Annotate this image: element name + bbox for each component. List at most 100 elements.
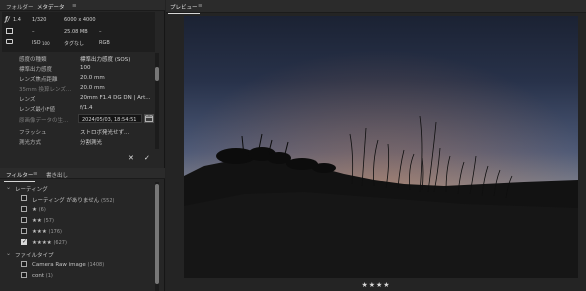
menu-icon[interactable]: ≡ (33, 171, 38, 177)
filter-group-label: ファイルタイプ (15, 252, 54, 259)
metadata-value: 標準出力感度 (SOS) (80, 57, 131, 63)
metadata-label: 感度の種類 (19, 57, 47, 63)
chevron-down-icon[interactable]: ⌄ (6, 184, 11, 191)
metadata-value: 20.0 mm (80, 85, 105, 91)
filter-count: (1) (45, 272, 53, 279)
filter-group-rating[interactable]: ⌄ レーティング (0, 182, 160, 193)
date-field-value: 2024/05/03, 18:54:51 (82, 116, 137, 123)
metadata-scrollbar[interactable] (155, 53, 159, 149)
filter-label: レーティング がありません (32, 197, 100, 204)
filter-item-text: レーティング がありません (552) (32, 196, 114, 204)
menu-icon[interactable]: ≡ (198, 3, 203, 9)
metadata-row: 35mm 換算レンズ... 20.0 mm (2, 83, 155, 93)
filter-count: (57) (43, 217, 54, 224)
metadata-label: フラッシュ (19, 130, 47, 136)
shutter-value: 1/320 (32, 17, 47, 23)
filter-count: (1408) (87, 261, 105, 268)
filter-item[interactable]: ★ (6) (0, 204, 160, 215)
iso-value: 100 (42, 41, 50, 46)
white-balance-icon (6, 28, 13, 34)
dimensions-value: 6000 x 4000 (64, 17, 96, 23)
filter-item[interactable]: ★★★ (176) (0, 226, 160, 237)
checkbox[interactable] (21, 195, 27, 201)
tab-folder[interactable]: フォルダー (6, 3, 34, 11)
metadata-value: 100 (80, 65, 91, 71)
chevron-down-icon[interactable]: ⌄ (6, 250, 11, 257)
filter-item-text: ★★★ (176) (32, 229, 62, 235)
aperture-value: 1.4 (13, 17, 21, 23)
exif-summary: ƒ/ 1.4 1/320 6000 x 4000 – 25.08 MB – IS… (2, 12, 155, 52)
checkbox[interactable] (21, 206, 27, 212)
filter-item[interactable]: レーティング がありません (552) (0, 193, 160, 204)
metadata-label: 標準出力感度 (19, 67, 53, 73)
preview-panel: プレビュー ≡ ★★★★ (166, 0, 586, 291)
aperture-icon: ƒ/ (5, 16, 10, 23)
filter-count: (552) (101, 197, 115, 204)
confirm-button[interactable]: ✓ (144, 154, 150, 162)
filter-item[interactable]: ★★★★ (627) (0, 237, 160, 248)
metadata-list: 感度の種類 標準出力感度 (SOS) 標準出力感度 100 レンズ焦点距離 20… (2, 53, 155, 149)
checkbox-checked[interactable] (21, 238, 27, 245)
metadata-row: 標準出力感度 100 (2, 63, 155, 73)
tab-filter[interactable]: フィルター (3, 171, 36, 182)
filter-item-text: ★★ (57) (32, 218, 54, 224)
color-mode-value: RGB (99, 40, 110, 46)
filter-label: ★★★ (32, 228, 47, 235)
filter-label: cont (32, 272, 45, 279)
filter-scroll-thumb[interactable] (155, 184, 159, 284)
menu-icon[interactable]: ≡ (72, 3, 77, 9)
metadata-row: レンズ焦点距離 20.0 mm (2, 73, 155, 83)
filter-count: (176) (48, 228, 62, 235)
cancel-button[interactable]: ✕ (128, 154, 134, 162)
filter-scrollbar[interactable] (155, 182, 159, 291)
left-bottom-tabbar: フィルター ≡ 書き出し (0, 168, 165, 182)
tab-preview[interactable]: プレビュー (168, 3, 200, 14)
filter-item-text: ★ (6) (32, 207, 46, 213)
preview-tabbar: プレビュー ≡ (166, 0, 586, 14)
filter-item[interactable]: cont (1) (0, 270, 160, 281)
metadata-label: レンズ (19, 97, 36, 103)
preview-image[interactable] (184, 16, 578, 278)
metadata-value: 分割測光 (80, 140, 103, 146)
metadata-row: 測光方式 分割測光 (2, 136, 155, 146)
metadata-row: 感度の種類 標準出力感度 (SOS) (2, 53, 155, 63)
filter-item-text: cont (1) (32, 273, 53, 279)
checkbox[interactable] (21, 272, 27, 278)
filter-list: ⌄ レーティング レーティング がありません (552) ★ (6) ★★ (5… (0, 180, 160, 291)
metadata-row: レンズ 20mm F1.4 DG DN | Art... (2, 93, 155, 103)
tab-metadata[interactable]: メタデータ (35, 3, 67, 14)
tag-value: タグなし (64, 41, 85, 47)
filter-label: ★★★★ (32, 239, 52, 246)
preview-rating[interactable]: ★★★★ (166, 281, 586, 289)
date-field[interactable]: 2024/05/03, 18:54:51 (78, 114, 142, 123)
filter-label: ★ (32, 206, 37, 213)
tab-export[interactable]: 書き出し (46, 171, 68, 179)
metadata-row-date: 原画像データの生... 2024/05/03, 18:54:51 (2, 114, 155, 124)
filter-label: ★★ (32, 217, 42, 224)
filter-label: Camera Raw image (32, 261, 86, 268)
metadata-value: 20mm F1.4 DG DN | Art... (80, 95, 151, 101)
metadata-value: ストロボ発光せず... (80, 130, 130, 136)
checkbox[interactable] (21, 217, 27, 223)
filter-group-filetype[interactable]: ⌄ ファイルタイプ (0, 248, 160, 259)
metering-icon (6, 39, 13, 44)
filter-count: (6) (38, 206, 46, 213)
checkbox[interactable] (21, 228, 27, 234)
filter-item[interactable]: Camera Raw image (1408) (0, 259, 160, 270)
metadata-label: レンズ焦点距離 (19, 77, 58, 83)
calendar-icon[interactable] (144, 114, 154, 123)
left-top-tabbar: フォルダー メタデータ ≡ (0, 0, 165, 14)
metadata-scroll-thumb[interactable] (155, 67, 159, 81)
filesize-value: 25.08 MB (64, 29, 88, 35)
metadata-row: フラッシュ ストロボ発光せず... (2, 126, 155, 136)
metadata-label: 測光方式 (19, 140, 42, 146)
filter-item[interactable]: ★★ (57) (0, 215, 160, 226)
filter-group-label: レーティング (15, 186, 48, 193)
filter-count: (627) (53, 239, 67, 246)
wb-value: – (32, 29, 35, 35)
metadata-label: レンズ最小F値 (19, 107, 56, 113)
metadata-row: レンズ最小F値 f/1.4 (2, 103, 155, 113)
iso-label: ISO (32, 40, 41, 46)
checkbox[interactable] (21, 261, 27, 267)
filter-item-text: ★★★★ (627) (32, 240, 67, 246)
